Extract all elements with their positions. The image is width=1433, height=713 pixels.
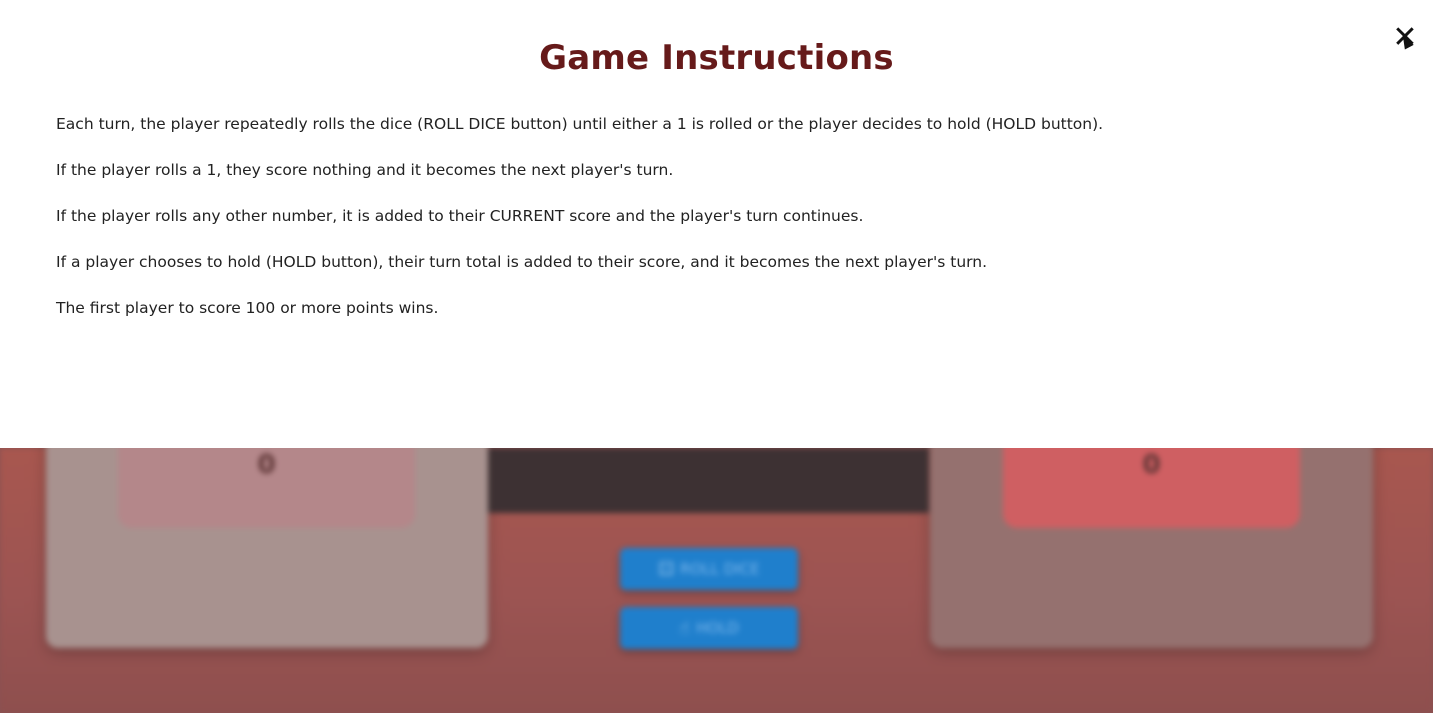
instructions-modal: Game Instructions Each turn, the player … xyxy=(0,0,1433,448)
hold-label: HOLD xyxy=(695,619,739,637)
dice-area xyxy=(488,448,929,513)
hand-pointer-icon: ☝ xyxy=(679,617,690,639)
roll-dice-label: ROLL DICE xyxy=(680,560,760,578)
roll-dice-button[interactable]: ⚀ ROLL DICE xyxy=(620,548,798,590)
rule-text: If a player chooses to hold (HOLD button… xyxy=(56,253,988,271)
rule-text: If the player rolls any other number, it… xyxy=(56,207,864,225)
rule-text: Each turn, the player repeatedly rolls t… xyxy=(56,115,1104,133)
dice-icon: ⚀ xyxy=(658,558,674,580)
modal-title: Game Instructions xyxy=(539,38,894,78)
rule-text: The first player to score 100 or more po… xyxy=(56,299,439,317)
rules-list: Each turn, the player repeatedly rolls t… xyxy=(56,114,1356,344)
hold-button[interactable]: ☝ HOLD xyxy=(620,607,798,649)
rule-text: If the player rolls a 1, they score noth… xyxy=(56,161,674,179)
